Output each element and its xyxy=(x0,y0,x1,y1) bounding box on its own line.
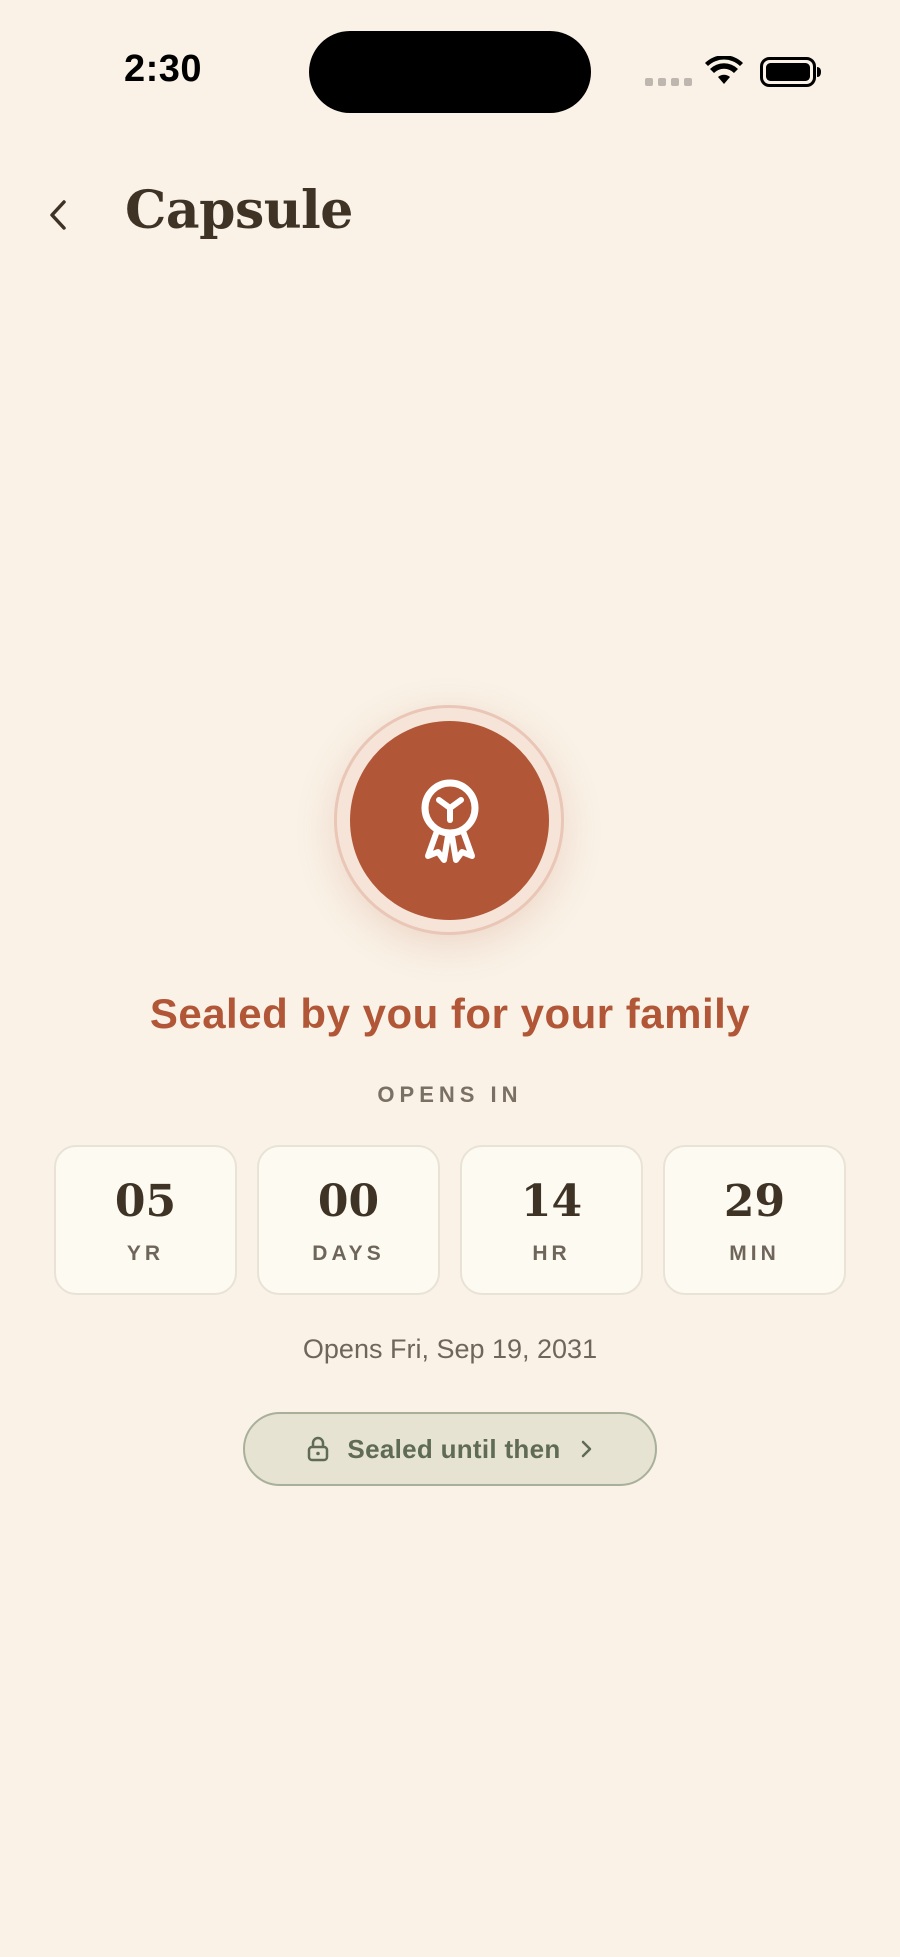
signal-icon xyxy=(645,78,692,86)
seal-caption: Sealed by you for your family xyxy=(149,990,751,1037)
countdown-minutes: 29 MIN xyxy=(663,1145,846,1295)
battery-icon xyxy=(760,57,821,87)
countdown-unit: MIN xyxy=(729,1242,780,1265)
countdown-days: 00 DAYS xyxy=(257,1145,440,1295)
dynamic-island xyxy=(309,31,591,113)
countdown-unit: YR xyxy=(126,1242,165,1265)
status-time: 2:30 xyxy=(124,48,203,90)
lock-icon xyxy=(307,1436,329,1462)
sealed-until-label: Sealed until then xyxy=(347,1433,561,1464)
back-button[interactable] xyxy=(36,190,80,240)
seal-badge xyxy=(350,721,549,920)
countdown-years: 05 YR xyxy=(54,1145,237,1295)
opens-date: Opens Fri, Sep 19, 2031 xyxy=(302,1334,598,1364)
chevron-left-icon xyxy=(50,200,66,230)
countdown-value: 05 xyxy=(114,1176,177,1227)
ribbon-seal-icon xyxy=(421,779,478,863)
sealed-until-button[interactable]: Sealed until then xyxy=(243,1412,657,1486)
page-title: Capsule xyxy=(125,180,353,241)
opens-in-label: OPENS IN xyxy=(377,1082,523,1107)
wifi-icon xyxy=(705,56,743,84)
countdown-unit: HR xyxy=(532,1242,571,1265)
countdown-value: 14 xyxy=(520,1176,583,1227)
chevron-right-icon xyxy=(579,1438,593,1460)
countdown-unit: DAYS xyxy=(312,1242,385,1265)
countdown: 05 YR 00 DAYS 14 HR 29 MIN xyxy=(54,1145,846,1295)
countdown-value: 00 xyxy=(317,1176,380,1227)
countdown-value: 29 xyxy=(723,1176,786,1227)
countdown-hours: 14 HR xyxy=(460,1145,643,1295)
